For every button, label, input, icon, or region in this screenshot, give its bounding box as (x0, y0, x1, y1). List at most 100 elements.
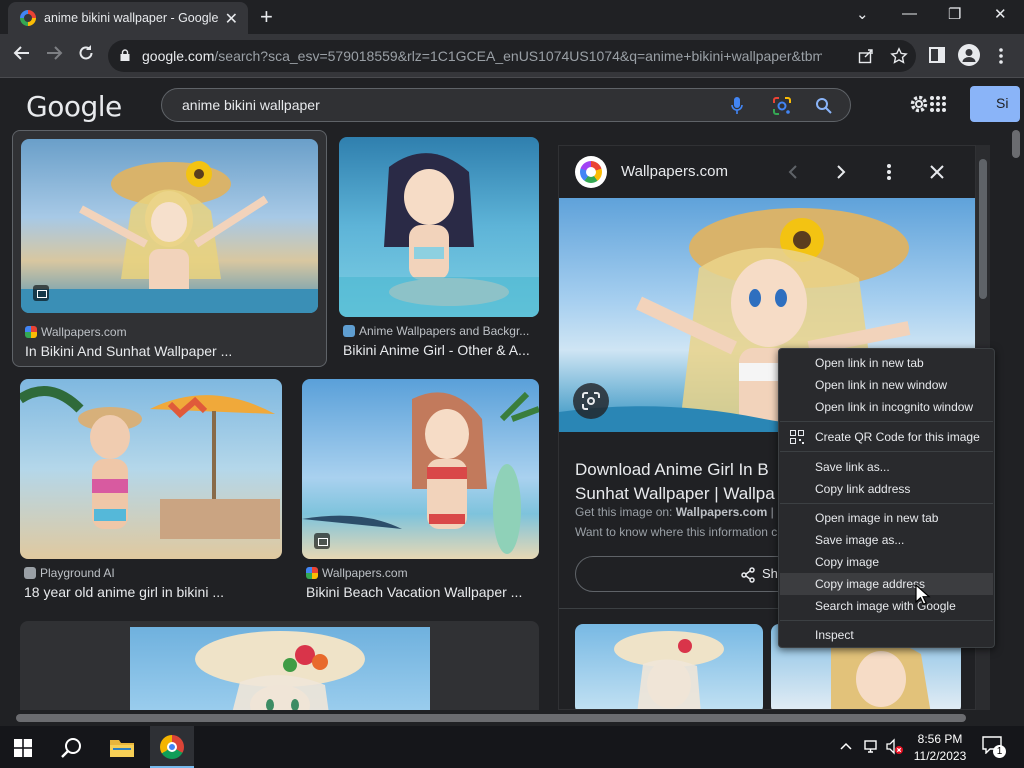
restore-button[interactable]: ❐ (948, 5, 961, 23)
result-source-label: Wallpapers.com (41, 325, 127, 339)
menu-item-copy-image[interactable]: Copy image (780, 551, 993, 573)
lens-button[interactable] (573, 383, 609, 419)
page-vertical-scrollbar[interactable] (1008, 130, 1024, 710)
result-source-label: Anime Wallpapers and Backgr... (359, 324, 530, 338)
tab-strip: anime bikini wallpaper - Google Search ✕… (0, 0, 1024, 34)
result-card[interactable] (20, 621, 539, 710)
person-icon (962, 49, 976, 62)
tab-title: anime bikini wallpaper - Google Search (44, 11, 222, 25)
voice-search-icon[interactable] (730, 96, 744, 116)
result-image[interactable] (20, 379, 282, 559)
result-source[interactable]: Wallpapers.com (25, 325, 127, 339)
menu-item-open-link-new-window[interactable]: Open link in new window (780, 374, 993, 396)
show-hidden-icons-chevron-icon[interactable] (840, 742, 852, 750)
chrome-menu-icon[interactable] (996, 47, 1006, 65)
result-caption[interactable]: 18 year old anime girl in bikini ... (24, 584, 224, 600)
menu-item-copy-image-address[interactable]: Copy image address (780, 573, 993, 595)
reload-icon (79, 45, 93, 60)
network-icon[interactable] (864, 739, 880, 755)
sign-in-button[interactable]: Si (970, 86, 1020, 122)
context-menu: Open link in new tab Open link in new wi… (778, 348, 995, 648)
menu-item-open-link-incognito[interactable]: Open link in incognito window (780, 396, 993, 418)
result-card[interactable]: Anime Wallpapers and Backgr... Bikini An… (339, 137, 539, 367)
result-caption[interactable]: In Bikini And Sunhat Wallpaper ... (25, 343, 232, 359)
menu-item-inspect[interactable]: Inspect (780, 624, 993, 646)
lens-search-icon[interactable] (771, 95, 793, 117)
related-image[interactable] (575, 624, 763, 709)
vertical-scroll-thumb[interactable] (1012, 130, 1020, 158)
menu-item-copy-link-address[interactable]: Copy link address (780, 478, 993, 500)
image-results-grid: Wallpapers.com In Bikini And Sunhat Wall… (0, 130, 556, 710)
lock-icon (120, 49, 130, 61)
menu-item-search-image-google[interactable]: Search image with Google (780, 595, 993, 617)
address-bar[interactable]: google.com/search?sca_esv=579018559&rlz=… (108, 40, 916, 72)
windows-taskbar: 8:56 PM 11/2/2023 1 (0, 726, 1024, 768)
file-explorer-icon[interactable] (110, 738, 134, 757)
menu-item-open-link-new-tab[interactable]: Open link in new tab (780, 352, 993, 374)
preview-source-name[interactable]: Wallpapers.com (621, 163, 728, 180)
result-image[interactable] (339, 137, 539, 317)
next-chevron-icon[interactable] (835, 164, 847, 180)
horizontal-scrollbar[interactable] (0, 710, 1008, 726)
result-caption[interactable]: Bikini Beach Vacation Wallpaper ... (306, 584, 522, 600)
search-icon[interactable] (61, 737, 83, 759)
notification-count-badge: 1 (993, 745, 1006, 758)
result-card[interactable]: Wallpapers.com Bikini Beach Vacation Wal… (302, 379, 539, 609)
volume-muted-icon[interactable] (886, 738, 904, 756)
menu-item-create-qr-code[interactable]: Create QR Code for this image (780, 426, 993, 448)
reload-button[interactable] (73, 43, 99, 69)
result-caption[interactable]: Bikini Anime Girl - Other & A... (343, 342, 530, 358)
anime-girl-water-illustration (339, 153, 539, 317)
anime-girl-sunhat-illustration (21, 161, 318, 313)
menu-item-save-link-as[interactable]: Save link as... (780, 456, 993, 478)
chrome-icon-center (167, 742, 177, 752)
more-options-icon[interactable] (885, 162, 893, 182)
back-button[interactable] (9, 43, 35, 69)
clock-time[interactable]: 8:56 PM (912, 732, 968, 746)
info-source-text[interactable]: Want to know where this information c (575, 525, 777, 539)
result-image[interactable] (21, 139, 318, 313)
mouse-pointer-icon (915, 584, 931, 605)
result-source[interactable]: Wallpapers.com (306, 566, 408, 580)
minimize-button[interactable]: — (902, 5, 917, 22)
wallpapers-site-icon (306, 567, 318, 579)
search-box[interactable]: anime bikini wallpaper (161, 88, 851, 122)
tab-close-icon[interactable]: ✕ (225, 9, 238, 29)
result-image[interactable] (130, 627, 430, 710)
search-icon[interactable] (815, 97, 832, 114)
apps-grid-icon[interactable] (929, 95, 947, 113)
menu-item-open-image-new-tab[interactable]: Open image in new tab (780, 507, 993, 529)
url-text: google.com/search?sca_esv=579018559&rlz=… (142, 48, 822, 64)
bookmark-star-icon[interactable] (890, 47, 908, 65)
get-image-site-link[interactable]: Wallpapers.com (676, 505, 768, 519)
source-logo (575, 156, 607, 188)
playground-site-icon (24, 567, 36, 579)
menu-separator (780, 421, 993, 422)
share-page-icon[interactable] (858, 48, 874, 64)
menu-separator (780, 620, 993, 621)
action-center-button[interactable]: 1 (982, 736, 1006, 758)
tab-search-chevron-icon[interactable]: ⌄ (856, 5, 869, 23)
chrome-taskbar-button[interactable] (150, 726, 194, 768)
profile-avatar[interactable] (958, 44, 980, 66)
result-image[interactable] (302, 379, 539, 559)
preview-scroll-thumb[interactable] (979, 159, 987, 299)
result-source[interactable]: Anime Wallpapers and Backgr... (343, 324, 529, 338)
settings-gear-icon[interactable] (908, 93, 930, 115)
horizontal-scroll-thumb[interactable] (16, 714, 966, 722)
close-icon[interactable] (929, 164, 945, 180)
search-query[interactable]: anime bikini wallpaper (182, 97, 320, 113)
result-card[interactable]: Playground AI 18 year old anime girl in … (20, 379, 282, 609)
new-tab-button[interactable]: + (260, 4, 273, 30)
windows-start-icon[interactable] (14, 739, 32, 757)
side-panel-icon[interactable] (929, 47, 945, 63)
previous-chevron-icon[interactable] (787, 164, 799, 180)
tab-google-search[interactable]: anime bikini wallpaper - Google Search ✕ (8, 2, 248, 34)
result-source[interactable]: Playground AI (24, 566, 115, 580)
clock-date[interactable]: 11/2/2023 (912, 749, 968, 763)
google-logo[interactable]: Google (26, 90, 122, 123)
forward-button[interactable] (41, 43, 67, 69)
window-close-button[interactable]: ✕ (994, 5, 1007, 23)
result-card-selected[interactable]: Wallpapers.com In Bikini And Sunhat Wall… (12, 130, 327, 367)
menu-item-save-image-as[interactable]: Save image as... (780, 529, 993, 551)
